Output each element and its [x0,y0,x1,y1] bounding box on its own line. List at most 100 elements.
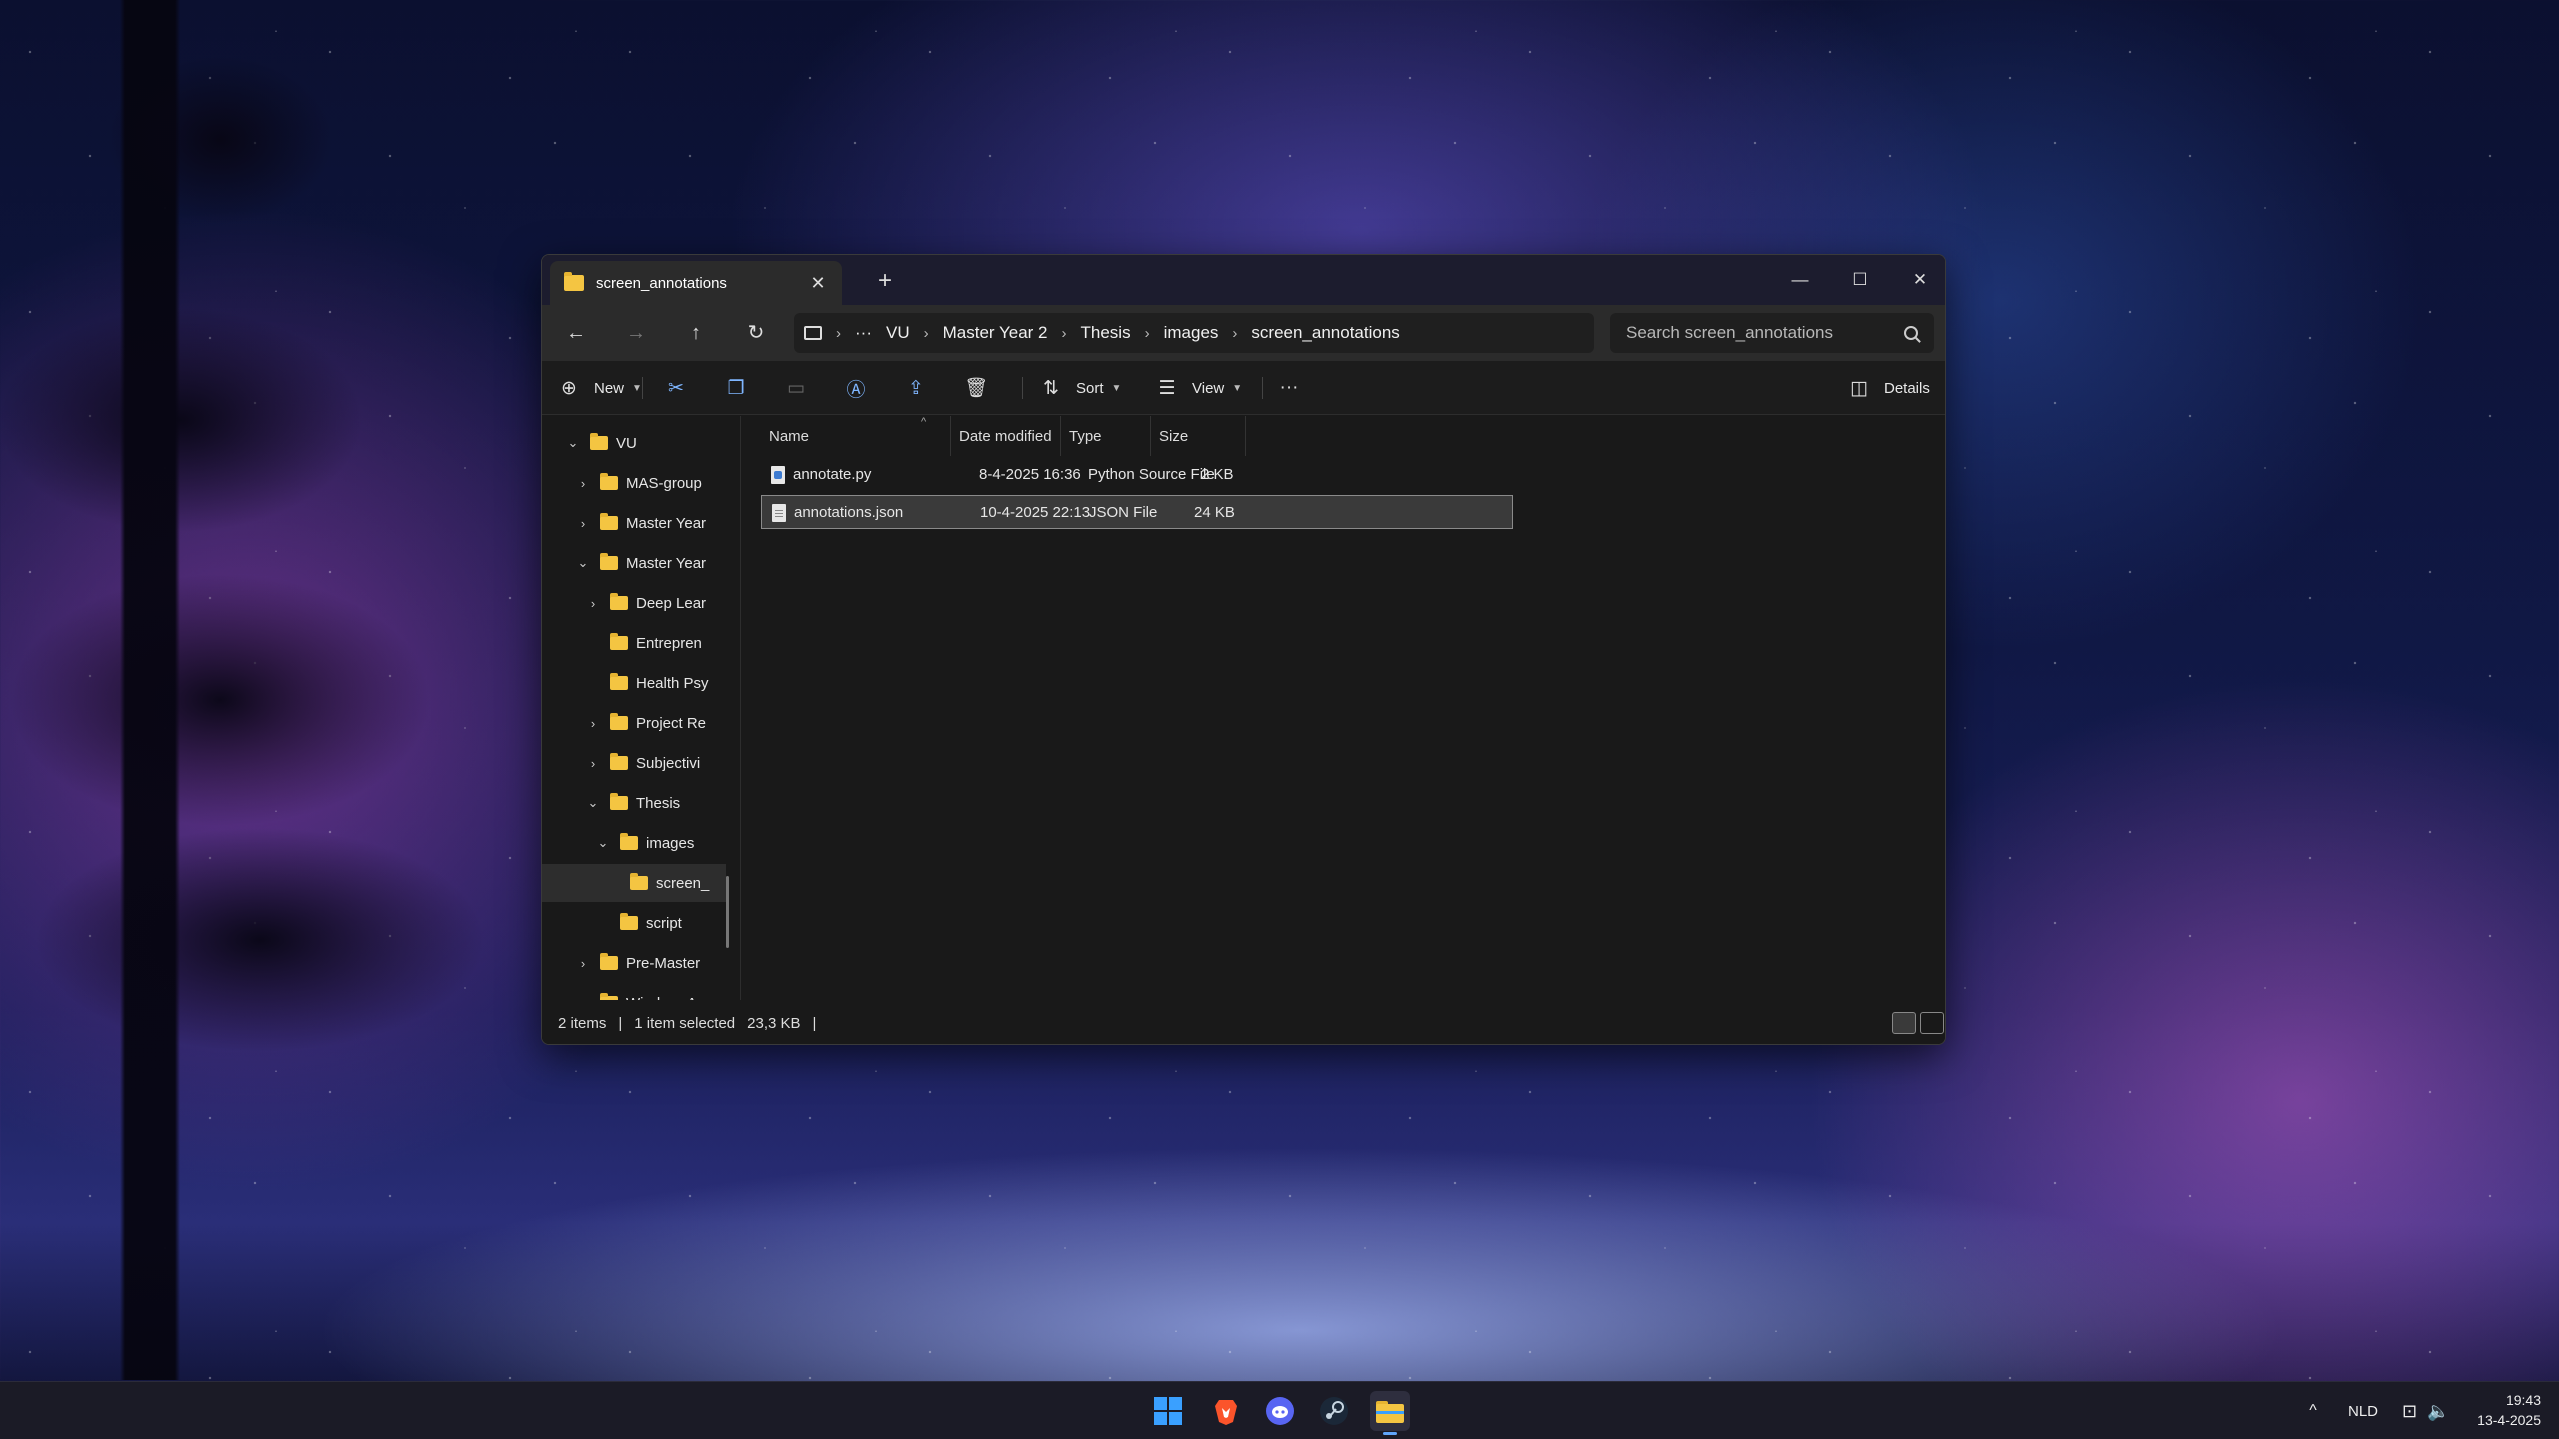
chevron-right-icon[interactable]: › [584,716,602,731]
cut-button[interactable]: ✂ [659,371,693,405]
json-file-icon [772,504,786,522]
breadcrumb-images[interactable]: images [1164,323,1219,343]
sidebar-item[interactable]: ⌄ Master Year [542,544,726,582]
tab-screen-annotations[interactable]: screen_annotations ✕ [550,261,842,305]
chevron-right-icon[interactable]: › [574,476,592,491]
details-view-icon[interactable] [1892,1012,1916,1034]
details-button[interactable]: ◫ Details [1842,371,1930,405]
sidebar-item[interactable]: ⌄ Thesis [542,784,726,822]
breadcrumb-screen-annotations[interactable]: screen_annotations [1251,323,1399,343]
tab-title: screen_annotations [596,274,727,292]
discord-icon [1266,1397,1294,1425]
sidebar-item[interactable]: › Pre-Master [542,944,726,982]
copy-button[interactable]: ❐ [719,371,753,405]
copy-icon: ❐ [727,377,745,399]
column-header-size[interactable]: Size [1151,416,1246,456]
chevron-right-icon[interactable]: › [574,956,592,971]
chevron-right-icon[interactable]: › [584,596,602,611]
folder-icon [610,593,628,610]
sidebar-item-label: Project Re [636,714,707,732]
chevron-right-icon[interactable]: › [1145,325,1150,342]
forward-button[interactable]: → [620,317,652,349]
clock[interactable]: 19:43 13-4-2025 [2477,1390,2541,1430]
search-box[interactable] [1610,313,1934,353]
sidebar-item[interactable]: › Project Re [542,704,726,742]
close-window-button[interactable]: ✕ [1900,265,1940,295]
sidebar-item[interactable]: › MAS-group [542,464,726,502]
up-button[interactable]: ↑ [680,317,712,349]
chevron-down-icon[interactable]: ⌄ [584,795,602,811]
new-button[interactable]: ⊕ New ▼ [552,371,642,405]
chevron-right-icon[interactable]: › [924,325,929,342]
sort-ascending-icon: ^ [921,416,927,428]
new-tab-button[interactable]: + [872,269,898,295]
view-button[interactable]: ☰ View ▼ [1150,371,1242,405]
volume-icon[interactable]: 🔈 [2427,1401,2449,1422]
paste-button[interactable]: ▭ [779,371,813,405]
chevron-up-icon[interactable]: ^ [2298,1402,2328,1420]
taskbar-discord[interactable] [1260,1391,1300,1431]
breadcrumb[interactable]: › ··· VU › Master Year 2 › Thesis › imag… [794,313,1594,353]
delete-button[interactable]: 🗑 [959,371,993,405]
taskbar-steam[interactable] [1314,1391,1354,1431]
sidebar-item[interactable]: Health Psy [542,664,726,702]
sort-button[interactable]: ⇅ Sort ▼ [1034,371,1121,405]
taskbar-brave[interactable] [1206,1391,1246,1431]
sidebar-item[interactable]: › Deep Lear [542,584,726,622]
breadcrumb-thesis[interactable]: Thesis [1081,323,1131,343]
chevron-down-icon[interactable]: ⌄ [574,555,592,571]
maximize-button[interactable]: ☐ [1840,265,1880,295]
minimize-button[interactable]: — [1780,265,1820,295]
sidebar-item[interactable]: ⌄ VU [542,424,726,462]
file-list[interactable]: Name Date modified Type Size ^ annotate.… [741,416,1945,1000]
column-header-date-modified[interactable]: Date modified [951,416,1061,456]
chevron-down-icon[interactable]: ⌄ [564,435,582,451]
breadcrumb-vu[interactable]: VU [886,323,910,343]
table-row[interactable]: annotate.py 8-4-2025 16:36 Python Source… [761,458,1513,492]
rename-button[interactable]: Ⓐ [839,371,873,405]
sidebar-item[interactable]: Entrepren [542,624,726,662]
sidebar-item[interactable]: › Master Year [542,504,726,542]
search-icon[interactable] [1904,326,1918,340]
sidebar-item-label: Health Psy [636,674,709,692]
details-label: Details [1884,379,1930,397]
large-icons-view-icon[interactable] [1920,1012,1944,1034]
more-options-button[interactable]: ··· [1272,371,1306,405]
network-icon[interactable]: ⊡ [2402,1401,2417,1422]
sidebar-item[interactable]: script [542,904,726,942]
steam-icon [1320,1397,1348,1425]
sidebar-scrollbar[interactable] [726,876,729,948]
chevron-right-icon[interactable]: › [1232,325,1237,342]
chevron-right-icon[interactable]: › [1062,325,1067,342]
taskbar-file-explorer[interactable] [1370,1391,1410,1435]
chevron-right-icon[interactable]: › [584,756,602,771]
sidebar-item[interactable]: screen_ [542,864,726,902]
taskbar: ^ NLD ⊡ 🔈 19:43 13-4-2025 [0,1381,2559,1439]
chevron-down-icon: ▼ [1232,382,1243,394]
back-button[interactable]: ← [560,317,592,349]
language-indicator[interactable]: NLD [2348,1403,2378,1420]
navigation-pane[interactable]: ⌄ VU › MAS-group › Master Year ⌄ Master Year › De… [542,416,740,1000]
search-input[interactable] [1626,323,1904,343]
sidebar-item-label: screen_ [656,874,710,892]
chevron-down-icon[interactable]: ⌄ [594,835,612,851]
sidebar-item[interactable]: › Subjectivi [542,744,726,782]
folder-icon [610,673,628,690]
sidebar-item[interactable]: WindowsApp [542,984,726,1000]
breadcrumb-overflow[interactable]: ··· [855,323,872,343]
refresh-button[interactable]: ↻ [740,317,772,349]
column-header-type[interactable]: Type [1061,416,1151,456]
chevron-right-icon[interactable]: › [836,325,841,342]
chevron-right-icon[interactable]: › [574,516,592,531]
windows-logo-icon [1154,1397,1182,1425]
share-button[interactable]: ⇪ [899,371,933,405]
close-tab-icon[interactable]: ✕ [808,273,828,293]
breadcrumb-master-year-2[interactable]: Master Year 2 [943,323,1048,343]
chevron-down-icon: ▼ [1111,382,1122,394]
start-button[interactable] [1148,1391,1188,1431]
computer-icon[interactable] [804,326,822,340]
address-bar: ← → ↑ ↻ › ··· VU › Master Year 2 › Thesi… [542,305,1945,361]
wallpaper-tree [0,0,520,1380]
sidebar-item[interactable]: ⌄ images [542,824,726,862]
table-row[interactable]: annotations.json 10-4-2025 22:13 JSON Fi… [761,495,1513,529]
